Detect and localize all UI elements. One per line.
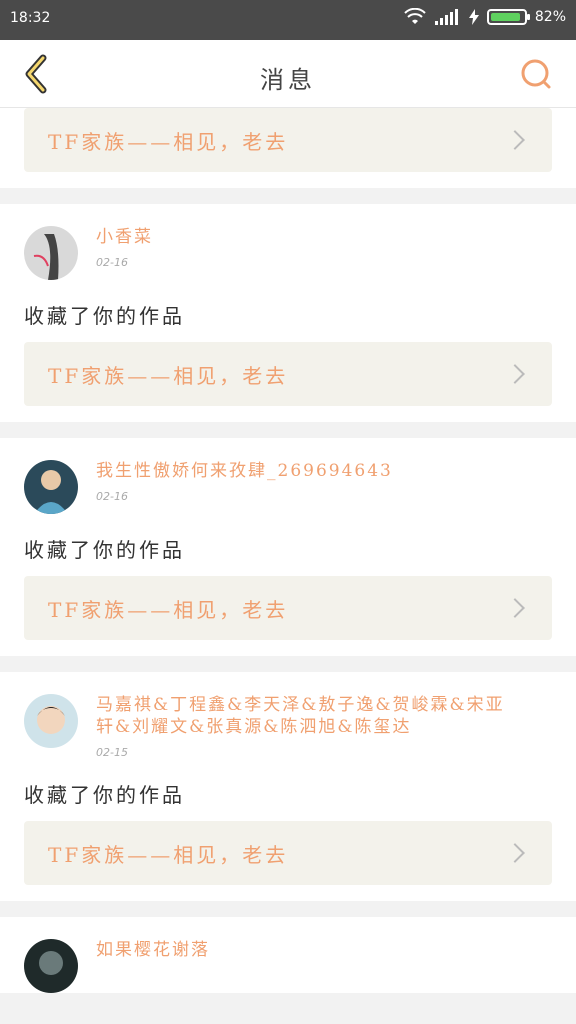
work-link[interactable]: TF家族——相见，老去 (24, 821, 552, 885)
work-link[interactable]: TF家族——相见，老去 (24, 108, 552, 172)
chevron-right-icon (505, 598, 525, 618)
work-link-title: TF家族——相见，老去 (48, 363, 289, 388)
message-card: 小香菜 02-16 收藏了你的作品 TF家族——相见，老去 (0, 204, 576, 422)
search-button[interactable] (514, 52, 558, 96)
status-icons: 82% (403, 8, 566, 26)
avatar[interactable] (24, 939, 78, 993)
work-link-title: TF家族——相见，老去 (48, 129, 289, 154)
message-date: 02-16 (96, 490, 128, 503)
status-time: 18:32 (10, 10, 51, 26)
work-link[interactable]: TF家族——相见，老去 (24, 576, 552, 640)
message-card: TF家族——相见，老去 (0, 108, 576, 188)
message-card: 马嘉祺&丁程鑫&李天泽&敖子逸&贺峻霖&宋亚轩&刘耀文&张真源&陈泗旭&陈玺达 … (0, 672, 576, 901)
chevron-right-icon (505, 843, 525, 863)
wifi-icon (404, 8, 426, 24)
chevron-right-icon (505, 130, 525, 150)
message-date: 02-15 (96, 746, 128, 759)
action-text: 收藏了你的作品 (24, 538, 185, 562)
action-text: 收藏了你的作品 (24, 783, 185, 807)
page-title: 消息 (260, 66, 316, 94)
avatar[interactable] (24, 226, 78, 280)
chevron-right-icon (505, 364, 525, 384)
message-date: 02-16 (96, 256, 128, 269)
username[interactable]: 如果樱花谢落 (96, 939, 210, 961)
signal-icon (434, 9, 458, 25)
work-link[interactable]: TF家族——相见，老去 (24, 342, 552, 406)
message-feed[interactable]: TF家族——相见，老去 小香菜 02-16 收藏了你的作品 TF家族——相见，老… (0, 108, 576, 1024)
avatar[interactable] (24, 694, 78, 748)
avatar[interactable] (24, 460, 78, 514)
username[interactable]: 小香菜 (96, 226, 153, 248)
message-card: 如果樱花谢落 (0, 917, 576, 993)
charging-icon (468, 9, 479, 25)
battery-icon (486, 9, 530, 25)
action-text: 收藏了你的作品 (24, 304, 185, 328)
status-bar: 18:32 82% (0, 0, 576, 40)
username[interactable]: 我生性傲娇何来孜肆_269694643 (96, 460, 393, 482)
battery-percent: 82% (534, 9, 566, 25)
work-link-title: TF家族——相见，老去 (48, 597, 289, 622)
app-header: 消息 (0, 40, 576, 108)
work-link-title: TF家族——相见，老去 (48, 842, 289, 867)
message-card: 我生性傲娇何来孜肆_269694643 02-16 收藏了你的作品 TF家族——… (0, 438, 576, 656)
username[interactable]: 马嘉祺&丁程鑫&李天泽&敖子逸&贺峻霖&宋亚轩&刘耀文&张真源&陈泗旭&陈玺达 (96, 694, 516, 738)
search-icon (521, 59, 551, 89)
